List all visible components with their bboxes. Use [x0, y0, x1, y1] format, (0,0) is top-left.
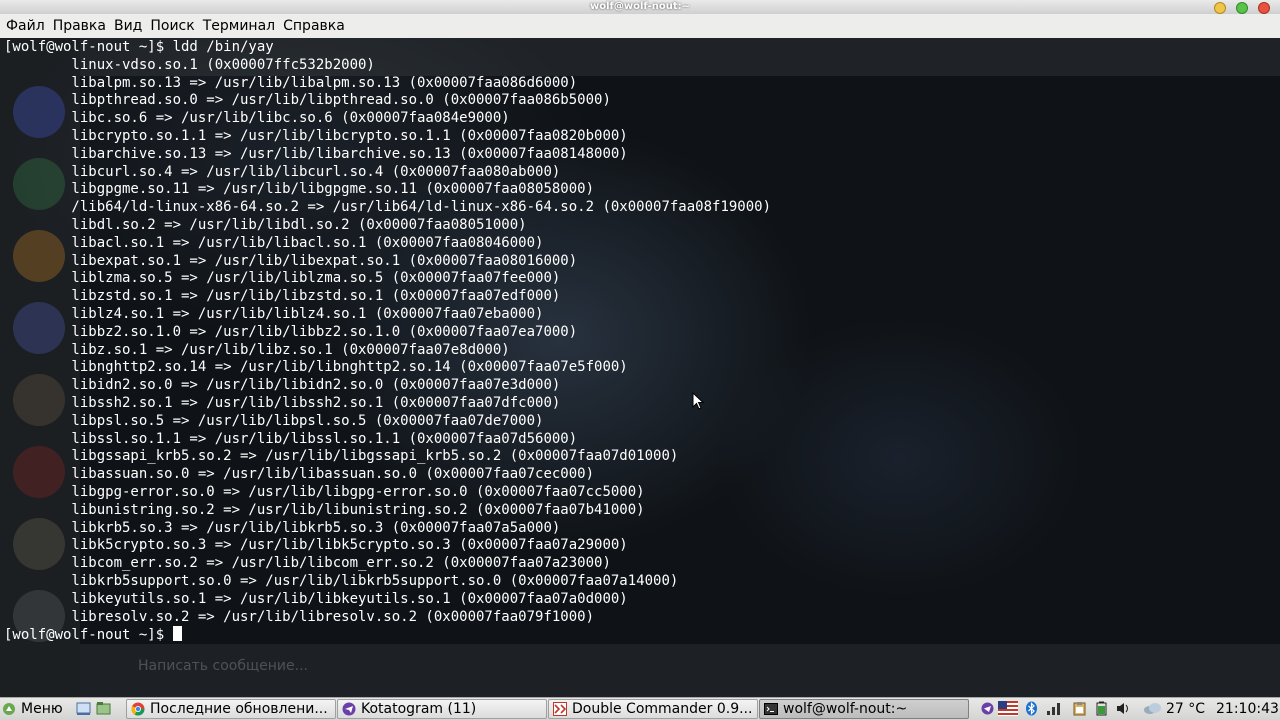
task-label: Последние обновлени... — [150, 701, 328, 717]
bluetooth-icon[interactable] — [1024, 701, 1039, 716]
background-message-placeholder: Написать сообщение... — [138, 658, 308, 674]
minimize-button[interactable] — [1214, 2, 1226, 14]
terminal-output-line: libzstd.so.1 => /usr/lib/libzstd.so.1 (0… — [4, 288, 561, 305]
chrome-icon — [131, 702, 145, 716]
terminal-output-line: libssl.so.1.1 => /usr/lib/libssl.so.1.1 … — [4, 430, 578, 447]
terminal-area[interactable]: Написать сообщение... [wolf@wolf-nout ~]… — [0, 38, 1280, 697]
terminal-output-line: libk5crypto.so.3 => /usr/lib/libk5crypto… — [4, 537, 628, 554]
task-label: Double Commander 0.9... — [572, 701, 753, 717]
terminal-output-line: libarchive.so.13 => /usr/lib/libarchive.… — [4, 145, 628, 162]
weather-cloud-icon[interactable] — [1142, 701, 1164, 716]
text-cursor — [172, 626, 182, 642]
terminal-output-line: libpthread.so.0 => /usr/lib/libpthread.s… — [4, 92, 611, 109]
menu-icon — [3, 703, 15, 715]
terminal-prompt: [wolf@wolf-nout ~]$ — [4, 627, 173, 644]
terminal-output-line: libunistring.so.2 => /usr/lib/libunistri… — [4, 501, 645, 518]
terminal-output-line: liblzma.so.5 => /usr/lib/liblzma.so.5 (0… — [4, 270, 561, 287]
double-commander-icon — [553, 702, 567, 716]
window-title: wolf@wolf-nout:~ — [589, 1, 690, 12]
task-label: Kotatogram (11) — [361, 701, 477, 717]
terminal-output-line: linux-vdso.so.1 (0x00007ffc532b2000) — [4, 56, 375, 73]
terminal-output-line: libcurl.so.4 => /usr/lib/libcurl.so.4 (0… — [4, 163, 561, 180]
terminal-output-line: libbz2.so.1.0 => /usr/lib/libbz2.so.1.0 … — [4, 323, 578, 340]
start-menu-label: Меню — [21, 701, 63, 717]
terminal-output-line: libz.so.1 => /usr/lib/libz.so.1 (0x00007… — [4, 341, 510, 358]
clipboard-icon[interactable] — [1072, 701, 1087, 716]
task-kotatogram[interactable]: Kotatogram (11) — [337, 699, 547, 719]
kotatogram-icon — [342, 702, 356, 716]
terminal-output-line: libkrb5support.so.0 => /usr/lib/libkrb5s… — [4, 572, 679, 589]
terminal-output-line: libgpgme.so.11 => /usr/lib/libgpgme.so.1… — [4, 181, 595, 198]
menu-help[interactable]: Справка — [279, 14, 349, 38]
terminal-prompt-line[interactable]: [wolf@wolf-nout ~]$ — [4, 626, 771, 644]
volume-icon[interactable] — [1116, 701, 1131, 716]
vpn-icon[interactable] — [980, 701, 995, 716]
terminal-output-line: libgssapi_krb5.so.2 => /usr/lib/libgssap… — [4, 448, 679, 465]
terminal-output-line: libcom_err.so.2 => /usr/lib/libcom_err.s… — [4, 555, 611, 572]
terminal-output: [wolf@wolf-nout ~]$ ldd /bin/yay linux-v… — [4, 39, 771, 644]
terminal-output-line: libssh2.so.1 => /usr/lib/libssh2.so.1 (0… — [4, 394, 561, 411]
mouse-cursor-icon — [692, 392, 704, 410]
terminal-output-line: libgpg-error.so.0 => /usr/lib/libgpg-err… — [4, 483, 645, 500]
task-label: wolf@wolf-nout:~ — [783, 701, 908, 717]
menu-edit[interactable]: Правка — [49, 14, 110, 38]
terminal-output-line: libidn2.so.0 => /usr/lib/libidn2.so.0 (0… — [4, 377, 561, 394]
terminal-output-line: libkrb5.so.3 => /usr/lib/libkrb5.so.3 (0… — [4, 519, 561, 536]
terminal-output-line: libassuan.so.0 => /usr/lib/libassuan.so.… — [4, 466, 595, 483]
keyboard-layout-us-flag-icon[interactable] — [998, 701, 1018, 716]
file-manager-launcher-icon[interactable] — [96, 701, 111, 716]
terminal-output-line: libc.so.6 => /usr/lib/libc.so.6 (0x00007… — [4, 110, 510, 127]
menu-file[interactable]: Файл — [0, 14, 49, 38]
task-terminal[interactable]: wolf@wolf-nout:~ — [759, 699, 969, 719]
temperature-readout[interactable]: 27 °C — [1166, 699, 1205, 719]
terminal-output-line: libdl.so.2 => /usr/lib/libdl.so.2 (0x000… — [4, 216, 527, 233]
menu-search[interactable]: Поиск — [146, 14, 198, 38]
terminal-output-line: libkeyutils.so.1 => /usr/lib/libkeyutils… — [4, 590, 628, 607]
terminal-icon — [764, 703, 778, 715]
close-button[interactable] — [1258, 2, 1270, 14]
terminal-output-line: libacl.so.1 => /usr/lib/libacl.so.1 (0x0… — [4, 234, 544, 251]
start-menu-button[interactable]: Меню — [2, 699, 68, 719]
network-icon[interactable] — [1046, 701, 1061, 716]
task-chrome[interactable]: Последние обновлени... — [126, 699, 336, 719]
terminal-output-line: libexpat.so.1 => /usr/lib/libexpat.so.1 … — [4, 252, 578, 269]
terminal-output-line: liblz4.so.1 => /usr/lib/liblz4.so.1 (0x0… — [4, 305, 544, 322]
terminal-output-line: libnghttp2.so.14 => /usr/lib/libnghttp2.… — [4, 359, 628, 376]
menu-view[interactable]: Вид — [110, 14, 146, 38]
taskbar: Меню Последние обновлени... Kotatogram (… — [0, 697, 1280, 720]
window-titlebar[interactable]: wolf@wolf-nout:~ — [0, 0, 1280, 15]
terminal-output-line: libalpm.so.13 => /usr/lib/libalpm.so.13 … — [4, 74, 578, 91]
menu-bar: Файл Правка Вид Поиск Терминал Справка — [0, 14, 1280, 39]
battery-icon[interactable] — [1094, 701, 1109, 716]
show-desktop-icon[interactable] — [76, 701, 91, 716]
terminal-output-line: libpsl.so.5 => /usr/lib/libpsl.so.5 (0x0… — [4, 412, 544, 429]
terminal-output-line: libresolv.so.2 => /usr/lib/libresolv.so.… — [4, 608, 595, 625]
task-double-commander[interactable]: Double Commander 0.9... — [548, 699, 758, 719]
terminal-output-line: /lib64/ld-linux-x86-64.so.2 => /usr/lib6… — [4, 199, 772, 216]
maximize-button[interactable] — [1236, 2, 1248, 14]
clock[interactable]: 21:10:43 — [1216, 699, 1279, 719]
menu-terminal[interactable]: Терминал — [199, 14, 279, 38]
terminal-output-line: libcrypto.so.1.1 => /usr/lib/libcrypto.s… — [4, 127, 628, 144]
terminal-command-line: [wolf@wolf-nout ~]$ ldd /bin/yay — [4, 39, 274, 55]
